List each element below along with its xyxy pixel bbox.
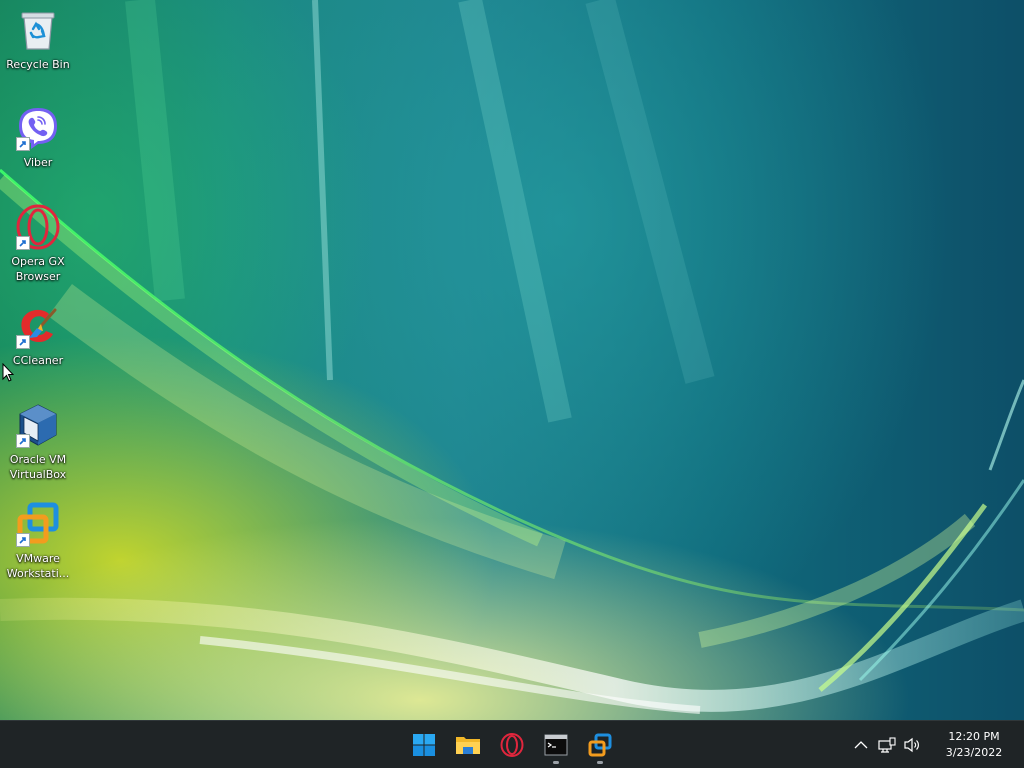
clock-date: 3/23/2022 [945,746,1003,759]
ccleaner-icon [14,302,62,350]
network-icon [878,737,896,753]
file-explorer-icon [456,737,480,754]
shortcut-arrow-icon [16,434,30,448]
desktop-icon-recycle-bin[interactable]: Recycle Bin [0,6,76,72]
system-tray: 12:20 PM 3/23/2022 [848,721,1024,768]
shortcut-arrow-icon [16,533,30,547]
volume-icon [904,737,919,753]
desktop-icon-virtualbox[interactable]: Oracle VM VirtualBox [0,401,76,482]
viber-icon [14,104,62,152]
terminal-icon [544,734,568,756]
shortcut-arrow-icon [16,335,30,349]
running-indicator [553,761,559,764]
running-indicator [597,761,603,764]
taskbar: 12:20 PM 3/23/2022 [0,720,1024,768]
taskbar-terminal-button[interactable] [534,723,578,767]
start-button[interactable] [402,723,446,767]
taskbar-file-explorer-button[interactable] [446,723,490,767]
desktop-icon-vmware[interactable]: VMware Workstati... [0,500,76,581]
desktop-icon-viber[interactable]: Viber [0,104,76,170]
network-button[interactable] [874,727,900,763]
vmware-icon [14,500,62,548]
shortcut-arrow-icon [16,137,30,151]
desktop-icon-label: Oracle VM VirtualBox [9,453,67,481]
volume-button[interactable] [900,727,926,763]
chevron-up-icon [854,741,868,749]
recycle-bin-icon [14,6,62,54]
clock-time: 12:20 PM [948,730,1000,743]
desktop-wallpaper [0,0,1024,720]
desktop-icon-label: VMware Workstati... [6,552,70,580]
desktop-icon-label: Recycle Bin [6,58,70,71]
virtualbox-icon [14,401,62,449]
desktop-icon-opera-gx[interactable]: Opera GX Browser [0,203,76,284]
opera-gx-icon [14,203,62,251]
clock-button[interactable]: 12:20 PM 3/23/2022 [932,725,1016,765]
desktop-icon-label: Viber [23,156,53,169]
desktop-icon-label: Opera GX Browser [11,255,65,283]
shortcut-arrow-icon [16,236,30,250]
taskbar-vmware-button[interactable] [578,723,622,767]
show-hidden-icons-button[interactable] [848,727,874,763]
opera-gx-icon [500,733,524,757]
taskbar-opera-gx-button[interactable] [490,723,534,767]
desktop-icon-ccleaner[interactable]: CCleaner [0,302,76,368]
vmware-icon [588,733,612,757]
taskbar-apps [402,721,622,768]
windows-start-icon [413,734,435,756]
mouse-cursor-icon [2,362,15,387]
